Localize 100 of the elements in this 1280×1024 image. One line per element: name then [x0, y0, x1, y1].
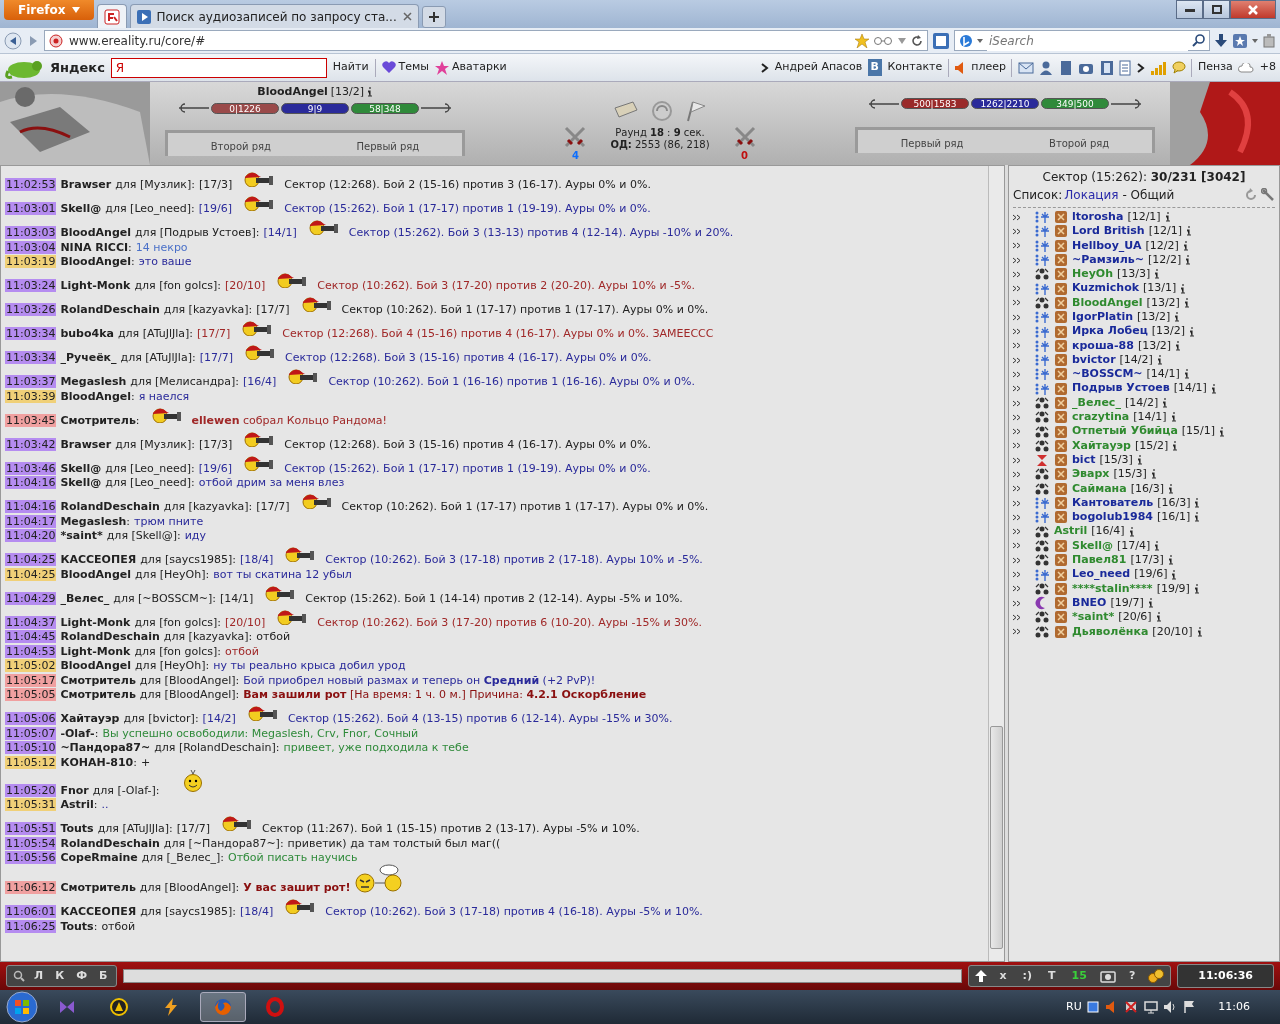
sender-name[interactable]: BloodAngel	[60, 389, 131, 403]
sender-name[interactable]: CopeRmaine	[60, 851, 138, 864]
info-icon[interactable]	[1175, 340, 1182, 351]
chat-filter-button[interactable]: К	[52, 967, 68, 985]
info-icon[interactable]	[1167, 483, 1174, 494]
sender-name[interactable]: Brawser	[60, 178, 112, 191]
chevron-icon[interactable]	[1013, 213, 1020, 221]
chevron-icon[interactable]	[1013, 242, 1020, 250]
monitor-icon[interactable]	[1143, 1000, 1158, 1014]
network-icon[interactable]	[1124, 1000, 1139, 1014]
player-name[interactable]: Эварх	[1072, 466, 1110, 483]
player-name[interactable]: Подрыв Устоев	[1072, 380, 1170, 397]
sender-name[interactable]: Light-Monk	[60, 644, 131, 658]
sender-name[interactable]: -Olaf-	[60, 726, 95, 740]
browser-tab[interactable]	[96, 4, 127, 28]
player-name[interactable]: bogolub1984	[1072, 509, 1153, 526]
player-name[interactable]: Lord British	[1072, 223, 1145, 240]
info-icon[interactable]	[1210, 383, 1217, 394]
sender-name[interactable]: bubo4ka	[60, 327, 114, 340]
chevron-icon[interactable]	[1013, 313, 1020, 321]
sender-name[interactable]: Skell@	[60, 476, 102, 489]
player-name[interactable]: ~BOSSCM~	[1072, 366, 1143, 383]
sender-name[interactable]: RolandDeschain	[60, 500, 160, 513]
document-icon[interactable]	[1058, 59, 1073, 76]
sender-name[interactable]: BloodAngel	[60, 255, 131, 268]
toolbar-button[interactable]: x	[996, 967, 1010, 985]
chevron-icon[interactable]	[1013, 613, 1020, 621]
camera-icon[interactable]	[1099, 969, 1116, 983]
chevron-icon[interactable]	[1013, 628, 1020, 636]
chevron-icon[interactable]	[1013, 370, 1020, 378]
up-arrow-icon[interactable]	[974, 970, 987, 982]
star-icon[interactable]	[854, 33, 869, 48]
avatars-link[interactable]: Аватарки	[435, 59, 507, 76]
info-icon[interactable]	[1183, 369, 1190, 380]
person-icon[interactable]	[1039, 60, 1054, 75]
toolbar-button[interactable]: :)	[1019, 967, 1036, 985]
chat-filter-button[interactable]: Б	[96, 967, 111, 985]
sender-name[interactable]: Хайтауэр	[60, 712, 120, 725]
chevron-icon[interactable]	[1013, 413, 1020, 421]
chevron-icon[interactable]	[1013, 256, 1020, 264]
chevron-icon[interactable]	[1013, 571, 1020, 579]
counter-button[interactable]: 15	[1068, 967, 1090, 985]
player-name[interactable]: Дьяволёнка	[1072, 623, 1149, 640]
glasses-icon[interactable]	[874, 35, 892, 46]
sender-name[interactable]: _Велес_	[60, 591, 110, 605]
info-icon[interactable]	[1164, 212, 1171, 223]
search-icon[interactable]	[13, 970, 25, 982]
themes-link[interactable]: Темы	[381, 59, 430, 76]
maximize-button[interactable]	[1203, 0, 1230, 19]
volume-icon[interactable]	[1163, 1000, 1178, 1014]
player-name[interactable]: Hellboy_UA	[1072, 237, 1142, 254]
player-name[interactable]: Skell@	[1072, 537, 1113, 555]
player-name[interactable]: Отпетый Убийца	[1072, 423, 1178, 440]
sender-name[interactable]: RolandDeschain	[60, 630, 160, 643]
player-name[interactable]: Leo_need	[1072, 566, 1131, 583]
reload-icon[interactable]	[911, 34, 923, 47]
minimize-button[interactable]	[1176, 0, 1203, 19]
info-icon[interactable]	[1128, 526, 1135, 537]
player-name[interactable]: IgorPlatin	[1072, 309, 1134, 326]
chevron-icon[interactable]	[1013, 342, 1020, 350]
sender-name[interactable]: КАССЕОПЕЯ	[60, 553, 137, 566]
info-icon[interactable]	[1136, 455, 1143, 466]
chat-filter-button[interactable]: Л	[31, 967, 47, 985]
sender-name[interactable]: Light-Monk	[60, 615, 131, 629]
chevron-icon[interactable]	[1136, 62, 1145, 73]
sender-name[interactable]: RolandDeschain	[60, 836, 160, 850]
close-button[interactable]	[1230, 0, 1276, 19]
back-icon[interactable]	[4, 31, 22, 50]
chevron-icon[interactable]	[1013, 385, 1020, 393]
chevron-icon[interactable]	[1013, 456, 1020, 464]
info-icon[interactable]	[1154, 540, 1161, 551]
sender-name[interactable]: ~Пандора87~	[60, 741, 151, 754]
chevron-icon[interactable]	[1013, 499, 1020, 507]
caret-icon[interactable]	[897, 37, 906, 44]
find-button[interactable]: Найти	[332, 59, 369, 76]
info-icon[interactable]	[1162, 398, 1169, 408]
wrench-icon[interactable]	[1261, 188, 1275, 202]
info-icon[interactable]	[1183, 297, 1190, 308]
sender-name[interactable]: Astril	[60, 798, 94, 811]
info-icon[interactable]	[1186, 226, 1192, 237]
sender-name[interactable]: Fnor	[60, 783, 89, 797]
info-icon[interactable]	[1189, 326, 1196, 337]
location-link[interactable]: Локация	[1064, 186, 1119, 204]
info-icon[interactable]	[1185, 255, 1192, 266]
toolbar-button[interactable]: T	[1045, 967, 1059, 985]
browser-tab[interactable]: Поиск аудиозаписей по запросу ста...	[129, 4, 419, 28]
user-link[interactable]: Андрей Апасов	[774, 59, 863, 76]
chevron-icon[interactable]	[1013, 585, 1020, 593]
chevron-icon[interactable]	[1013, 227, 1020, 235]
sender-name[interactable]: Смотритель	[60, 881, 136, 894]
sender-name[interactable]: Touts	[60, 822, 94, 835]
info-icon[interactable]	[1170, 412, 1177, 423]
player-name[interactable]: *saint*	[1072, 609, 1115, 626]
chevron-icon[interactable]	[1013, 471, 1020, 478]
chevron-icon[interactable]	[1013, 356, 1020, 364]
info-icon[interactable]	[1154, 269, 1161, 280]
chat-filter-button[interactable]: Ф	[73, 967, 91, 985]
mail-icon[interactable]	[1017, 61, 1034, 74]
sender-name[interactable]: Skell@	[60, 461, 102, 475]
player-link[interactable]: плеер	[954, 59, 1006, 76]
